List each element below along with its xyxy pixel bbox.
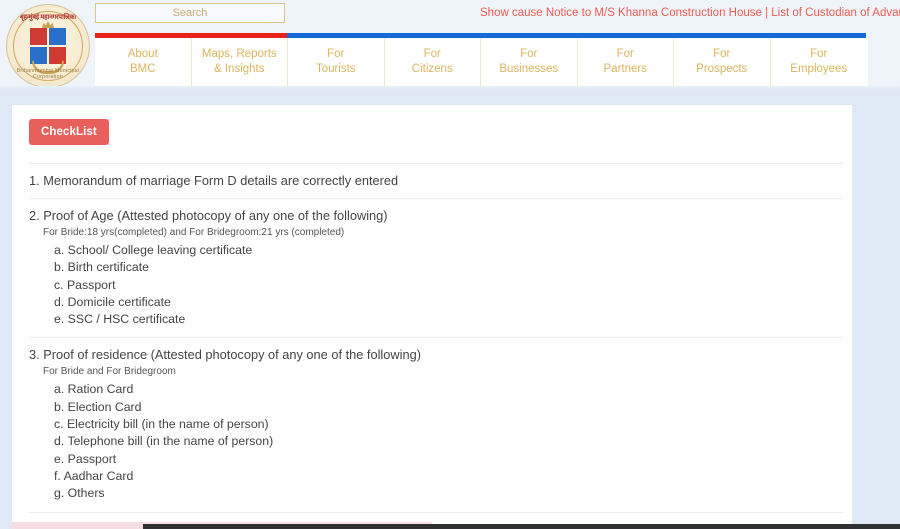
nav-item-for-citizens[interactable]: For Citizens: [385, 38, 481, 86]
checklist-item-title: 3. Proof of residence (Attested photocop…: [29, 347, 421, 363]
seal-top-text: बृहन्मुंबई महानगरपालिका: [20, 13, 76, 22]
header-divider: [0, 86, 900, 93]
checklist-option: f. Aadhar Card: [54, 468, 134, 483]
nav-item-label-line1: For: [713, 48, 731, 60]
checklist-item-subtitle: For Bride and For Bridegroom: [43, 366, 176, 378]
nav-item-maps-reports-insights[interactable]: Maps, Reports & Insights: [192, 38, 288, 86]
bmc-logo[interactable]: बृहन्मुंबई महानगरपालिका Brihanmumbai Mun…: [2, 0, 94, 92]
nav-item-label-line1: For: [327, 48, 345, 60]
checklist-option-list: a. Ration Card b. Election Card c. Electri…: [29, 381, 843, 502]
checklist-item: 3. Proof of residence (Attested photocop…: [29, 337, 843, 511]
checklist-button[interactable]: CheckList: [29, 119, 109, 145]
page-root: बृहन्मुंबई महानगरपालिका Brihanmumbai Mun…: [0, 0, 900, 529]
search-input[interactable]: [95, 3, 285, 23]
news-ticker-text: Show cause Notice to M/S Khanna Construc…: [480, 7, 900, 19]
checklist-item: 2. Proof of Age (Attested photocopy of a…: [29, 198, 843, 337]
nav-item-for-tourists[interactable]: For Tourists: [288, 38, 385, 86]
checklist-item-title: 2. Proof of Age (Attested photocopy of a…: [29, 208, 388, 223]
nav-item-label-line1: For: [423, 48, 441, 60]
checklist-option-list: a. School/ College leaving certificate b.…: [29, 242, 843, 328]
main-navigation: About BMC Maps, Reports & Insights For Touris…: [95, 38, 868, 86]
news-ticker[interactable]: Show cause Notice to M/S Khanna Construc…: [480, 3, 900, 23]
nav-item-about-bmc[interactable]: About BMC: [95, 38, 192, 86]
checklist-option: e. SSC / HSC certificate: [54, 312, 186, 327]
content-card: CheckList 1. Memorandum of marriage Form…: [12, 105, 853, 529]
nav-item-label-line1: About: [127, 48, 158, 60]
nav-item-label-line1: For: [616, 48, 634, 60]
checklist-option: d. Telephone bill (in the name of person…: [54, 434, 274, 449]
checklist-list: 1. Memorandum of marriage Form D details…: [29, 163, 843, 529]
nav-item-label-line2: Businesses: [499, 63, 559, 75]
checklist-option: e. Passport: [54, 451, 117, 466]
nav-item-for-employees[interactable]: For Employees: [771, 38, 868, 86]
checklist-option: g. Others: [54, 486, 105, 501]
checklist-option: b. Election Card: [54, 399, 142, 414]
nav-item-for-businesses[interactable]: For Businesses: [481, 38, 578, 86]
nav-item-label-line2: Employees: [790, 63, 848, 75]
nav-item-label-line2: & Insights: [214, 63, 265, 75]
nav-item-label-line2: Citizens: [411, 63, 453, 75]
checklist-option: a. Ration Card: [54, 382, 134, 397]
nav-item-label-line1: For: [520, 48, 538, 60]
bottom-dark-strip: [143, 524, 900, 529]
seal-bottom-text: Brihanmumbai Municipal Corporation: [16, 68, 80, 80]
nav-item-label-line2: Tourists: [315, 63, 356, 75]
nav-item-for-prospects[interactable]: For Prospects: [674, 38, 771, 86]
checklist-option: a. School/ College leaving certificate: [54, 243, 253, 257]
checklist-item-subtitle: For Bride:18 yrs(completed) and For Brid…: [43, 227, 345, 238]
nav-item-label-line2: Partners: [603, 63, 647, 75]
nav-item-label-line1: For: [810, 48, 828, 60]
checklist-option: c. Passport: [54, 277, 116, 292]
nav-item-label-line1: Maps, Reports: [201, 48, 277, 60]
site-header: बृहन्मुंबई महानगरपालिका Brihanmumbai Mun…: [0, 0, 900, 93]
checklist-option: c. Electricity bill (in the name of pers…: [54, 417, 269, 432]
bmc-seal-icon: बृहन्मुंबई महानगरपालिका Brihanmumbai Mun…: [6, 4, 90, 88]
checklist-option: d. Domicile certificate: [54, 294, 171, 309]
checklist-option: b. Birth certificate: [54, 260, 149, 275]
checklist-item: 1. Memorandum of marriage Form D details…: [29, 163, 843, 198]
nav-item-label-line2: Prospects: [696, 63, 748, 75]
nav-item-label-line2: BMC: [129, 63, 156, 75]
checklist-item-title: 1. Memorandum of marriage Form D details…: [29, 173, 399, 188]
nav-item-for-partners[interactable]: For Partners: [578, 38, 674, 86]
